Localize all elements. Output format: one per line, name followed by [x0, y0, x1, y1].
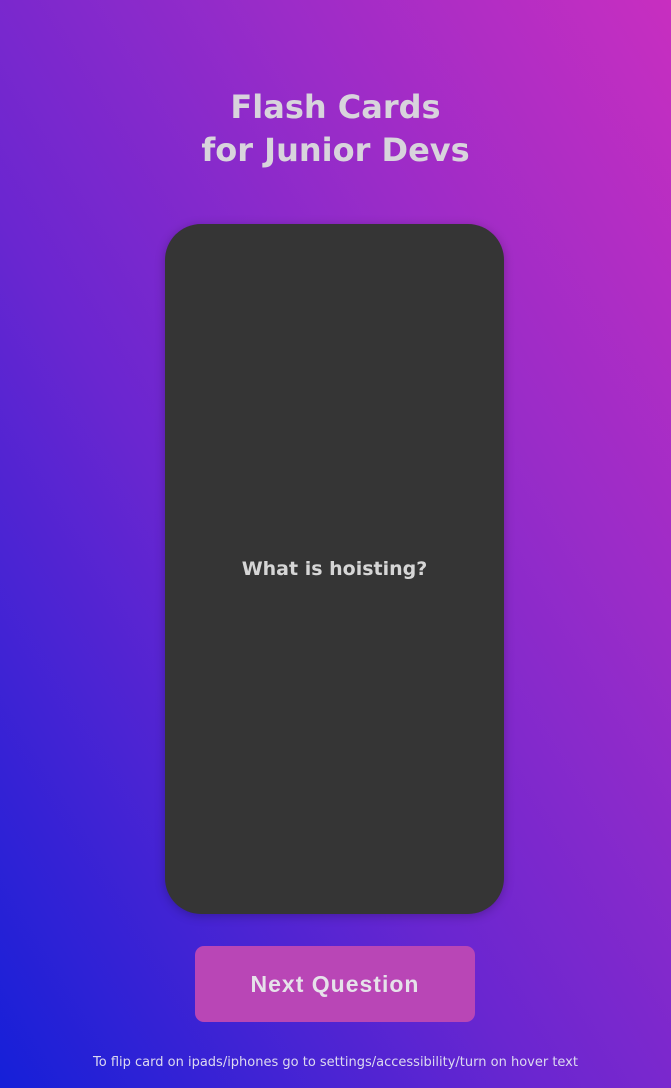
title-line-1: Flash Cards [230, 88, 441, 126]
flip-hint-text: To flip card on ipads/iphones go to sett… [93, 1055, 578, 1070]
page-title: Flash Cards for Junior Devs [0, 86, 671, 172]
card-question: What is hoisting? [241, 558, 428, 580]
next-question-button[interactable]: Next Question [195, 946, 475, 1022]
title-line-2: for Junior Devs [201, 131, 470, 169]
flash-card[interactable]: What is hoisting? [165, 224, 504, 914]
